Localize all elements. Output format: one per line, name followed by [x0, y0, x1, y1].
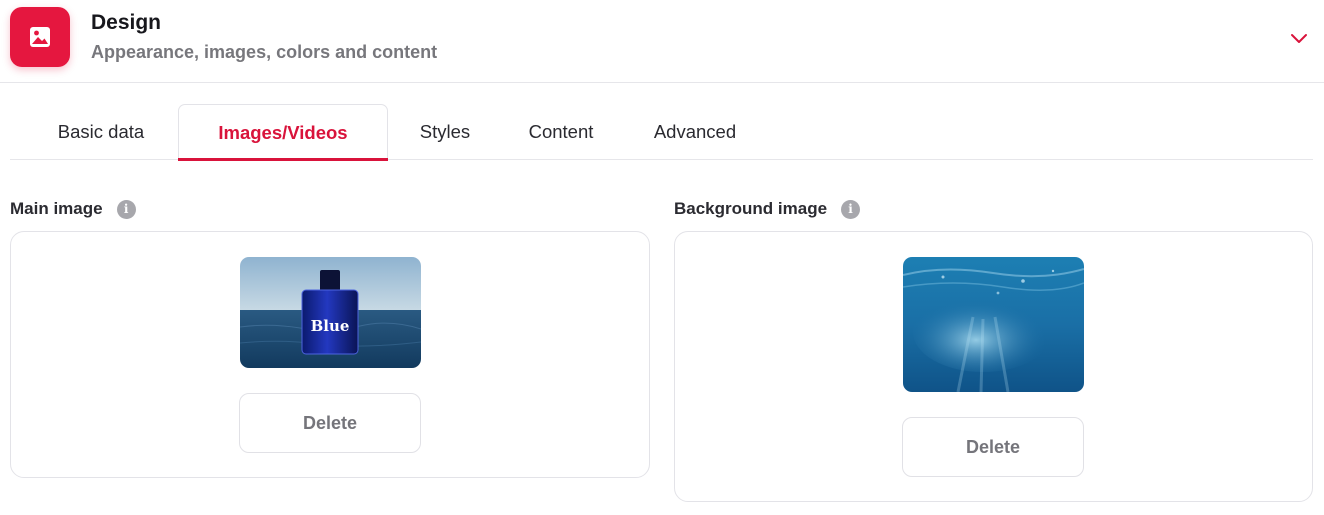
main-image-label-text: Main image — [10, 199, 103, 218]
delete-main-image-button[interactable]: Delete — [239, 393, 421, 453]
background-image-label: Background image i — [674, 199, 861, 219]
image-icon — [10, 7, 70, 67]
bottle-label-text: Blue — [311, 317, 350, 335]
page-title: Design — [91, 11, 162, 34]
section-header[interactable]: Design Appearance, images, colors and co… — [0, 0, 1324, 83]
tab-basic-data[interactable]: Basic data — [36, 104, 166, 160]
tab-styles[interactable]: Styles — [400, 104, 490, 160]
chevron-down-icon[interactable] — [1289, 29, 1309, 47]
main-image-label: Main image i — [10, 199, 136, 219]
background-image-thumbnail[interactable] — [903, 257, 1084, 392]
tab-advanced[interactable]: Advanced — [635, 104, 755, 160]
tab-bar: Basic data Images/Videos Styles Content … — [10, 104, 1313, 161]
info-icon[interactable]: i — [116, 199, 136, 219]
main-image-card: Blue Delete — [10, 231, 650, 478]
page-subtitle: Appearance, images, colors and content — [91, 42, 438, 62]
main-image-thumbnail[interactable]: Blue — [240, 257, 421, 368]
background-image-label-text: Background image — [674, 199, 828, 218]
tab-images-videos[interactable]: Images/Videos — [178, 104, 388, 161]
info-icon[interactable]: i — [841, 199, 861, 219]
tab-content[interactable]: Content — [510, 104, 612, 160]
background-image-card: Delete — [674, 231, 1313, 502]
delete-background-image-button[interactable]: Delete — [902, 417, 1084, 477]
